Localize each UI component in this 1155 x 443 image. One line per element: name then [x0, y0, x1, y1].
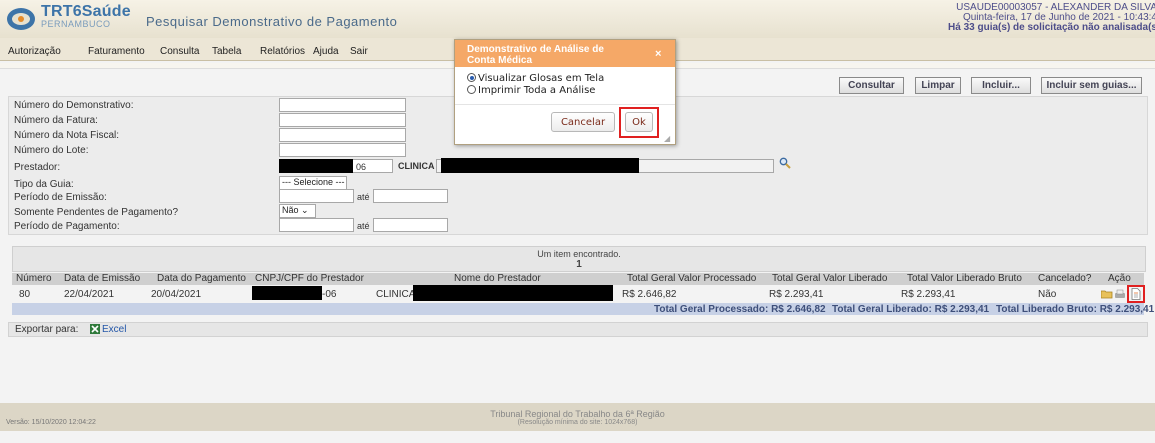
- redacted-nome: [413, 285, 613, 301]
- search-icon[interactable]: [779, 157, 791, 172]
- logo-icon: [6, 6, 36, 32]
- pending-guides-notice: Há 33 guia(s) de solicitação não analisa…: [948, 22, 1155, 33]
- numero-fatura-label: Número da Fatura:: [14, 115, 98, 126]
- somente-pendentes-select[interactable]: Não ⌄: [279, 204, 316, 218]
- dialog-header: Demonstrativo de Análise de Conta Médica…: [455, 40, 675, 67]
- emissao-ate-label: até: [357, 192, 370, 202]
- excel-link[interactable]: Excel: [102, 324, 126, 335]
- cell-valor-liberado: R$ 2.293,41: [769, 289, 824, 300]
- cell-data-emissao: 22/04/2021: [64, 289, 115, 300]
- analysis-dialog: Demonstrativo de Análise de Conta Médica…: [454, 39, 676, 145]
- numero-demonstrativo-label: Número do Demonstrativo:: [14, 100, 134, 111]
- somente-pendentes-value: Não: [282, 205, 299, 215]
- prestador-name-prefix: CLINICA: [398, 161, 435, 171]
- user-info: USAUDE00003057 - ALEXANDER DA SILVA Quin…: [948, 3, 1155, 33]
- cell-cancelado: Não: [1038, 289, 1057, 300]
- ok-highlight-box: [619, 107, 659, 138]
- menu-ajuda[interactable]: Ajuda: [313, 46, 339, 57]
- highlight-box: [1127, 285, 1145, 303]
- page-title: Pesquisar Demonstrativo de Pagamento: [146, 14, 398, 29]
- option-visualizar-label: Visualizar Glosas em Tela: [478, 73, 605, 84]
- incluir-button[interactable]: Incluir...: [971, 77, 1031, 94]
- col-data-pagamento[interactable]: Data do Pagamento: [157, 273, 246, 285]
- menu-sair[interactable]: Sair: [350, 46, 368, 57]
- folder-icon[interactable]: [1100, 289, 1113, 302]
- numero-fatura-input[interactable]: [279, 113, 406, 127]
- pagamento-start-input[interactable]: [279, 218, 354, 232]
- close-icon[interactable]: ×: [655, 48, 661, 60]
- option-visualizar-glosas[interactable]: Visualizar Glosas em Tela: [467, 73, 604, 84]
- col-valor-processado[interactable]: Total Geral Valor Processado: [627, 273, 756, 285]
- results-status: Um item encontrado.: [537, 249, 621, 259]
- chevron-down-icon: ⌄: [301, 205, 309, 215]
- results-summary: Um item encontrado. 1: [12, 246, 1146, 272]
- numero-nota-fiscal-input[interactable]: [279, 128, 406, 142]
- limpar-button[interactable]: Limpar: [915, 77, 961, 94]
- radio-selected-icon[interactable]: [467, 73, 476, 82]
- dialog-title-line2: Conta Médica: [467, 55, 533, 66]
- menu-faturamento[interactable]: Faturamento: [88, 46, 145, 57]
- footer-resolution: (Resolução mínima do site: 1024x768): [517, 419, 638, 426]
- redacted-name: [441, 158, 639, 173]
- brand: TRT6Saúde PERNAMBUCO: [41, 3, 131, 29]
- col-cancelado[interactable]: Cancelado?: [1038, 273, 1091, 285]
- numero-nota-fiscal-label: Número da Nota Fiscal:: [14, 130, 120, 141]
- excel-icon[interactable]: [90, 324, 100, 337]
- redacted-code: [279, 159, 353, 173]
- pagination[interactable]: 1: [13, 259, 1145, 270]
- tipo-guia-value: --- Selecione ---: [282, 177, 345, 187]
- dialog-title-line1: Demonstrativo de Análise de: [467, 44, 604, 55]
- app-header: TRT6Saúde PERNAMBUCO Pesquisar Demonstra…: [0, 0, 1155, 39]
- col-nome-prestador[interactable]: Nome do Prestador: [454, 273, 541, 285]
- incluir-sem-guias-button[interactable]: Incluir sem guias...: [1041, 77, 1142, 94]
- cancel-button[interactable]: Cancelar: [551, 112, 615, 132]
- option-imprimir-label: Imprimir Toda a Análise: [478, 85, 596, 96]
- redacted-cnpj: [252, 286, 322, 300]
- menu-consulta[interactable]: Consulta: [160, 46, 199, 57]
- export-bar: Exportar para: Excel: [8, 322, 1148, 337]
- cell-cnpj-suffix: -06: [322, 289, 337, 300]
- dialog-divider: [455, 104, 675, 105]
- menu-tabela[interactable]: Tabela: [212, 46, 241, 57]
- col-acao: Ação: [1108, 273, 1131, 284]
- col-liberado-bruto[interactable]: Total Valor Liberado Bruto: [907, 273, 1022, 285]
- cell-nome-prefix: CLINICA: [376, 289, 416, 300]
- col-data-emissao[interactable]: Data de Emissão: [64, 273, 140, 285]
- menu-autorizacao[interactable]: Autorização: [8, 46, 61, 57]
- total-processado: Total Geral Processado: R$ 2.646,82: [654, 304, 826, 315]
- menu-relatorios[interactable]: Relatórios: [260, 46, 305, 57]
- numero-demonstrativo-input[interactable]: [279, 98, 406, 112]
- col-numero[interactable]: Número: [16, 273, 52, 285]
- numero-lote-input[interactable]: [279, 143, 406, 157]
- print-icon[interactable]: [1114, 289, 1126, 302]
- col-valor-liberado[interactable]: Total Geral Valor Liberado: [772, 273, 887, 285]
- periodo-emissao-label: Período de Emissão:: [14, 192, 107, 203]
- emissao-end-input[interactable]: [373, 189, 448, 203]
- footer: Versão: 15/10/2020 12:04:22 Tribunal Reg…: [0, 403, 1155, 431]
- dialog-title: Demonstrativo de Análise de Conta Médica: [467, 44, 604, 66]
- emissao-start-input[interactable]: [279, 189, 354, 203]
- total-bruto: Total Liberado Bruto: R$ 2.293,41: [996, 304, 1155, 315]
- cell-data-pagamento: 20/04/2021: [151, 289, 202, 300]
- pagamento-end-input[interactable]: [373, 218, 448, 232]
- radio-unselected-icon[interactable]: [467, 85, 476, 94]
- col-cnpj[interactable]: CNPJ/CPF do Prestador: [255, 273, 364, 285]
- consultar-button[interactable]: Consultar: [839, 77, 904, 94]
- footer-org: Tribunal Regional do Trabalho da 6ª Regi…: [490, 409, 665, 419]
- total-liberado: Total Geral Liberado: R$ 2.293,41: [832, 304, 990, 315]
- tipo-guia-select[interactable]: --- Selecione --- ⌄: [279, 176, 347, 198]
- periodo-pagamento-label: Período de Pagamento:: [14, 221, 120, 232]
- somente-pendentes-label: Somente Pendentes de Pagamento?: [14, 207, 179, 218]
- cell-numero: 80: [19, 289, 31, 300]
- resize-handle-icon[interactable]: ◢: [664, 134, 670, 143]
- cell-valor-processado: R$ 2.646,82: [622, 289, 677, 300]
- pagamento-ate-label: até: [357, 221, 370, 231]
- tipo-guia-label: Tipo da Guia:: [14, 179, 74, 190]
- option-imprimir-analise[interactable]: Imprimir Toda a Análise: [467, 85, 595, 96]
- cell-liberado-bruto: R$ 2.293,41: [901, 289, 956, 300]
- numero-lote-label: Número do Lote:: [14, 145, 89, 156]
- prestador-code-suffix: 06: [356, 162, 367, 172]
- export-label: Exportar para:: [15, 324, 79, 335]
- prestador-label: Prestador:: [14, 162, 61, 173]
